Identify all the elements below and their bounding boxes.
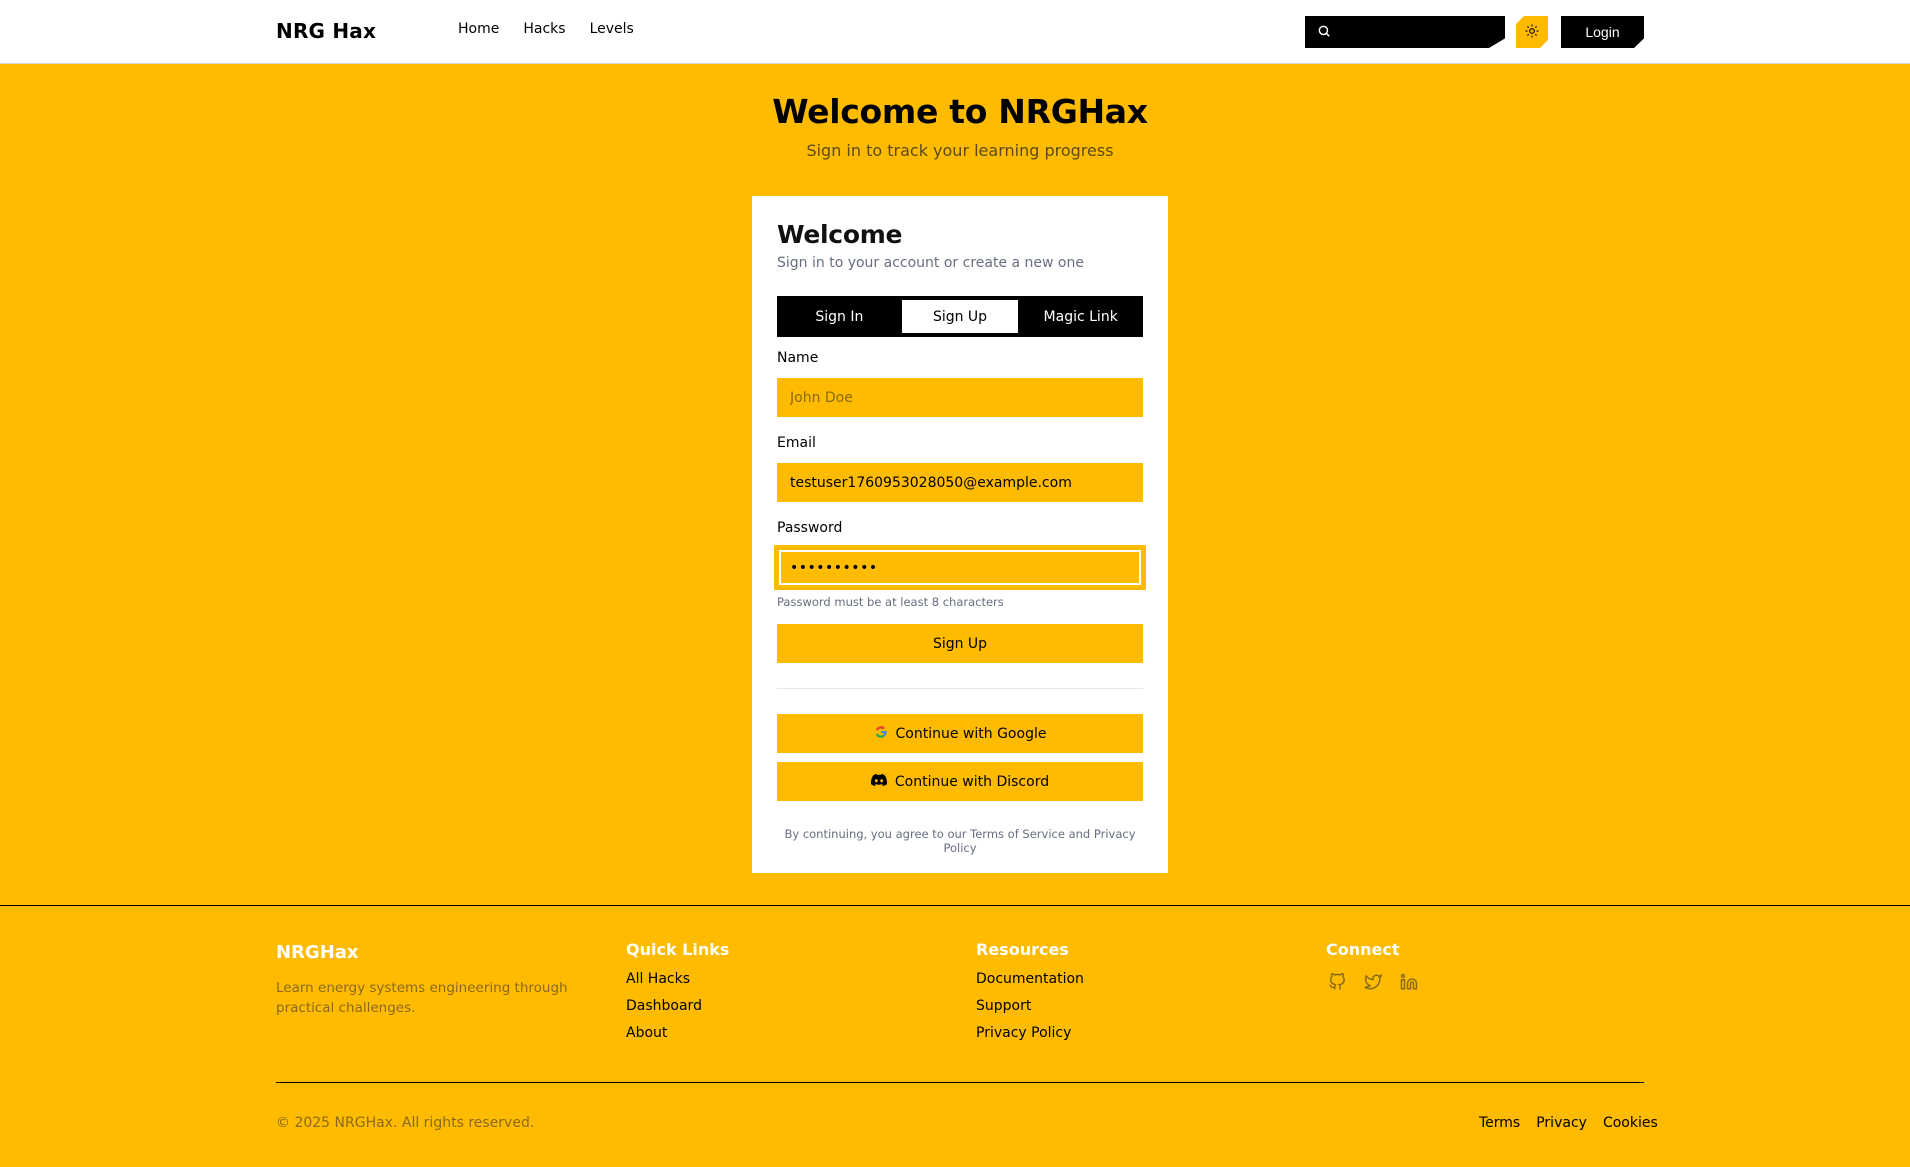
- login-button[interactable]: Login: [1561, 16, 1644, 48]
- footer-link-support[interactable]: Support: [976, 998, 1084, 1014]
- nav-hacks[interactable]: Hacks: [523, 21, 565, 37]
- footer-link-dashboard[interactable]: Dashboard: [626, 998, 729, 1014]
- search-icon: [1317, 23, 1331, 42]
- top-header: NRG Hax Home Hacks Levels Login: [0, 0, 1910, 64]
- search-input[interactable]: [1339, 24, 1499, 40]
- email-field[interactable]: [790, 474, 1143, 491]
- terms-notice: By continuing, you agree to our Terms of…: [784, 827, 1136, 855]
- password-label: Password: [777, 520, 843, 536]
- name-field-wrap: [777, 378, 1143, 417]
- name-label: Name: [777, 350, 819, 366]
- card-title: Welcome: [777, 220, 903, 249]
- connect-title: Connect: [1326, 940, 1400, 959]
- theme-toggle-button[interactable]: [1516, 16, 1548, 48]
- auth-tabs: Sign In Sign Up Magic Link: [777, 296, 1143, 337]
- quick-links-title: Quick Links: [626, 940, 730, 959]
- brand-logo[interactable]: NRG Hax: [276, 19, 376, 43]
- discord-button[interactable]: Continue with Discord: [777, 762, 1143, 801]
- google-button-label: Continue with Google: [895, 725, 1047, 742]
- nav-levels[interactable]: Levels: [590, 21, 634, 37]
- name-field[interactable]: [790, 389, 1143, 406]
- footer-bottom-divider: [276, 1082, 1644, 1083]
- resources-title: Resources: [976, 940, 1069, 959]
- footer-link-privacy-policy[interactable]: Privacy Policy: [976, 1025, 1084, 1041]
- footer-resources: Resources Documentation Support Privacy …: [976, 940, 1084, 1052]
- footer-link-all-hacks[interactable]: All Hacks: [626, 971, 729, 987]
- footer-connect: Connect: [1326, 940, 1420, 993]
- github-icon[interactable]: [1326, 971, 1348, 993]
- google-button[interactable]: Continue with Google: [777, 714, 1143, 753]
- auth-card: Welcome Sign in to your account or creat…: [752, 196, 1168, 873]
- page-subtitle: Sign in to track your learning progress: [806, 141, 1114, 160]
- legal-link-cookies[interactable]: Cookies: [1603, 1115, 1658, 1131]
- tab-sign-in[interactable]: Sign In: [781, 300, 898, 333]
- social-links: [1326, 971, 1420, 993]
- footer-link-about[interactable]: About: [626, 1025, 729, 1041]
- footer-brand: NRGHax: [276, 942, 359, 963]
- footer-description: Learn energy systems engineering through…: [276, 980, 568, 1016]
- email-field-wrap: [777, 463, 1143, 502]
- main-nav: Home Hacks Levels: [458, 21, 634, 37]
- google-icon: [874, 725, 888, 743]
- legal-link-terms[interactable]: Terms: [1479, 1115, 1520, 1131]
- discord-icon: [870, 773, 887, 791]
- sign-up-button[interactable]: Sign Up: [777, 624, 1143, 663]
- legal-link-privacy[interactable]: Privacy: [1536, 1115, 1587, 1131]
- legal-links: Terms Privacy Cookies: [1479, 1115, 1658, 1131]
- nav-home[interactable]: Home: [458, 21, 499, 37]
- card-subtitle: Sign in to your account or create a new …: [777, 255, 1084, 271]
- sun-icon: [1525, 23, 1539, 42]
- tab-sign-up[interactable]: Sign Up: [901, 300, 1019, 333]
- password-field[interactable]: ••••••••••: [790, 560, 878, 576]
- tab-magic-link[interactable]: Magic Link: [1022, 300, 1139, 333]
- footer-divider: [0, 905, 1910, 906]
- linkedin-icon[interactable]: [1398, 971, 1420, 993]
- copyright: © 2025 NRGHax. All rights reserved.: [276, 1115, 535, 1131]
- password-hint: Password must be at least 8 characters: [777, 595, 1004, 609]
- footer-link-documentation[interactable]: Documentation: [976, 971, 1084, 987]
- discord-button-label: Continue with Discord: [894, 773, 1050, 790]
- twitter-icon[interactable]: [1362, 971, 1384, 993]
- search-box[interactable]: [1305, 16, 1505, 48]
- password-field-wrap: ••••••••••: [777, 548, 1143, 587]
- divider: [777, 688, 1143, 689]
- page-title: Welcome to NRGHax: [772, 92, 1148, 131]
- footer-quick-links: Quick Links All Hacks Dashboard About: [626, 940, 729, 1052]
- email-label: Email: [777, 435, 816, 451]
